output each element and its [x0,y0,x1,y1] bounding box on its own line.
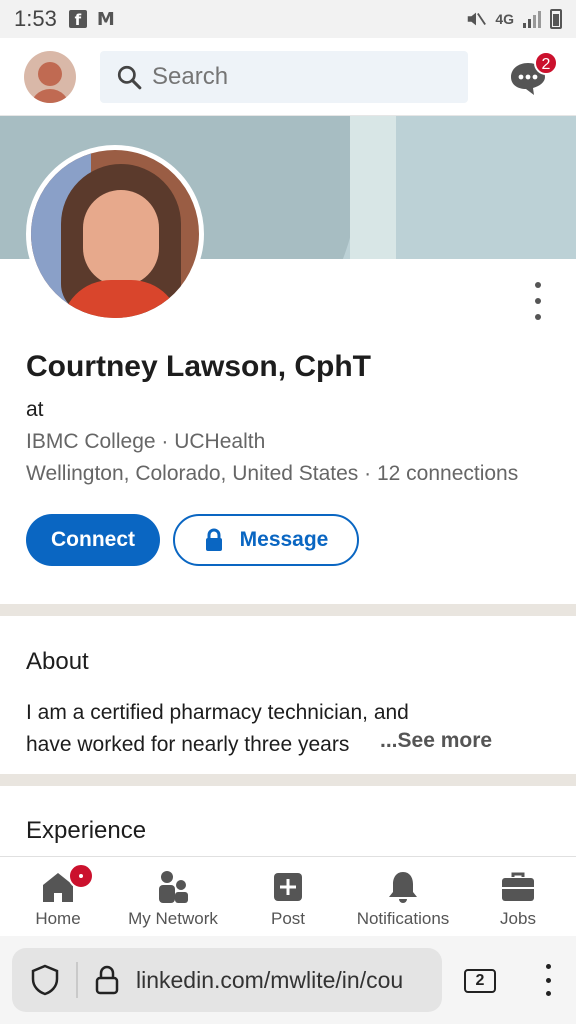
url-separator [76,962,78,998]
search-input[interactable] [152,62,452,91]
tab-count-button[interactable]: 2 [464,969,496,993]
search-icon [117,65,142,89]
about-title: About [26,648,89,675]
section-divider [0,774,576,786]
message-label: Message [239,528,329,551]
messages-badge: 2 [534,50,558,75]
home-notification-dot [68,863,94,889]
nav-post[interactable]: Post [262,857,314,937]
lock-icon [95,965,119,995]
search-box[interactable] [100,50,468,103]
section-divider [0,604,576,616]
user-avatar[interactable] [24,50,76,103]
profile-name: Courtney Lawson, CphT [26,350,371,383]
nav-my-network[interactable]: My Network [120,857,226,937]
post-icon [270,869,306,905]
bell-icon [385,869,421,905]
url-text: linkedin.com/mwlite/in/cou [136,966,404,993]
about-line: I am a certified pharmacy technician, an… [26,701,409,724]
connect-button[interactable]: Connect [26,514,160,566]
nav-label: Notifications [356,909,450,928]
mute-icon [468,12,487,26]
signal-icon [523,11,541,28]
profile-headline: at [26,398,44,421]
address-bar[interactable]: linkedin.com/mwlite/in/cou [12,948,442,1012]
top-nav: 2 [0,38,576,116]
more-options-icon[interactable] [530,282,546,320]
nav-label: Jobs [500,909,536,928]
facebook-icon: f [68,10,87,29]
network-icon [155,869,191,905]
messaging-button[interactable]: 2 [508,50,558,99]
nav-label: My Network [128,909,218,928]
profile-photo[interactable] [26,145,204,323]
nav-jobs[interactable]: Jobs [494,857,542,937]
status-time: 1:53 [14,6,57,31]
home-icon [40,863,94,905]
nav-notifications[interactable]: Notifications [348,857,458,937]
nav-home[interactable]: Home [28,857,94,937]
status-bar: 1:53 f M 4G [0,0,576,38]
battery-icon [550,9,562,29]
briefcase-icon [500,869,536,905]
browser-bar: linkedin.com/mwlite/in/cou 2 [0,936,576,1024]
nav-label: Post [270,909,306,928]
browser-menu-icon[interactable] [544,964,552,996]
see-more-link[interactable]: ...See more [378,729,493,753]
lock-icon [205,528,222,551]
bottom-nav: Home My Network Post Notifications Jobs [0,856,576,936]
profile-education[interactable]: IBMC College · UCHealth [26,430,265,454]
message-button[interactable]: Message [173,514,359,566]
gmail-icon: M [96,8,115,30]
nav-label: Home [35,909,81,928]
shield-icon[interactable] [30,964,60,996]
network-label: 4G [495,11,514,27]
profile-location: Wellington, Colorado, United States · 12… [26,462,519,485]
experience-title: Experience [26,817,147,844]
